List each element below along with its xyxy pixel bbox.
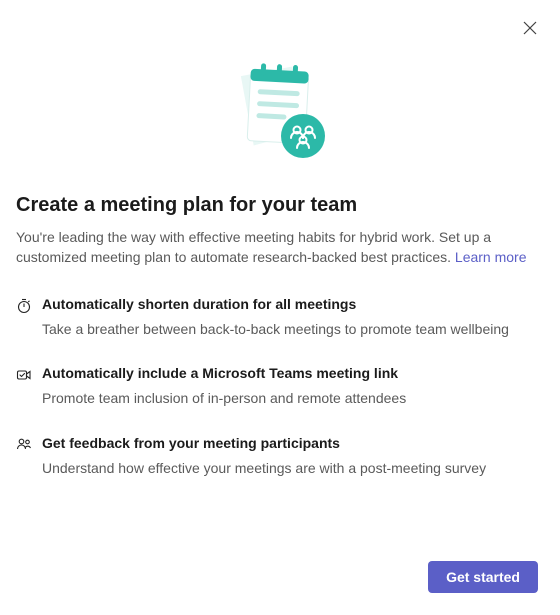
close-button[interactable]: [516, 14, 544, 42]
dialog-footer: Get started: [428, 561, 538, 593]
feedback-icon: [16, 437, 32, 453]
hero-illustration-container: [0, 0, 560, 194]
dialog-description: You're leading the way with effective me…: [16, 227, 544, 268]
feature-content: Automatically shorten duration for all m…: [42, 296, 544, 340]
learn-more-link[interactable]: Learn more: [455, 249, 527, 265]
feature-item-shorten-duration: Automatically shorten duration for all m…: [16, 296, 544, 340]
feature-item-teams-link: Automatically include a Microsoft Teams …: [16, 365, 544, 409]
dialog-content: Create a meeting plan for your team You'…: [0, 194, 560, 478]
feature-description: Take a breather between back-to-back mee…: [42, 320, 544, 340]
feature-item-feedback: Get feedback from your meeting participa…: [16, 435, 544, 479]
dialog-title: Create a meeting plan for your team: [16, 194, 544, 217]
feature-list: Automatically shorten duration for all m…: [16, 296, 544, 479]
timer-icon: [16, 298, 32, 314]
close-icon: [522, 20, 538, 36]
feature-title: Automatically include a Microsoft Teams …: [42, 365, 544, 381]
feature-title: Get feedback from your meeting participa…: [42, 435, 544, 451]
feature-description: Understand how effective your meetings a…: [42, 459, 544, 479]
get-started-button[interactable]: Get started: [428, 561, 538, 593]
feature-content: Get feedback from your meeting participa…: [42, 435, 544, 479]
feature-content: Automatically include a Microsoft Teams …: [42, 365, 544, 409]
feature-title: Automatically shorten duration for all m…: [42, 296, 544, 312]
video-link-icon: [16, 367, 32, 383]
meeting-plan-illustration: [225, 56, 335, 166]
feature-description: Promote team inclusion of in-person and …: [42, 389, 544, 409]
description-text: You're leading the way with effective me…: [16, 229, 491, 265]
